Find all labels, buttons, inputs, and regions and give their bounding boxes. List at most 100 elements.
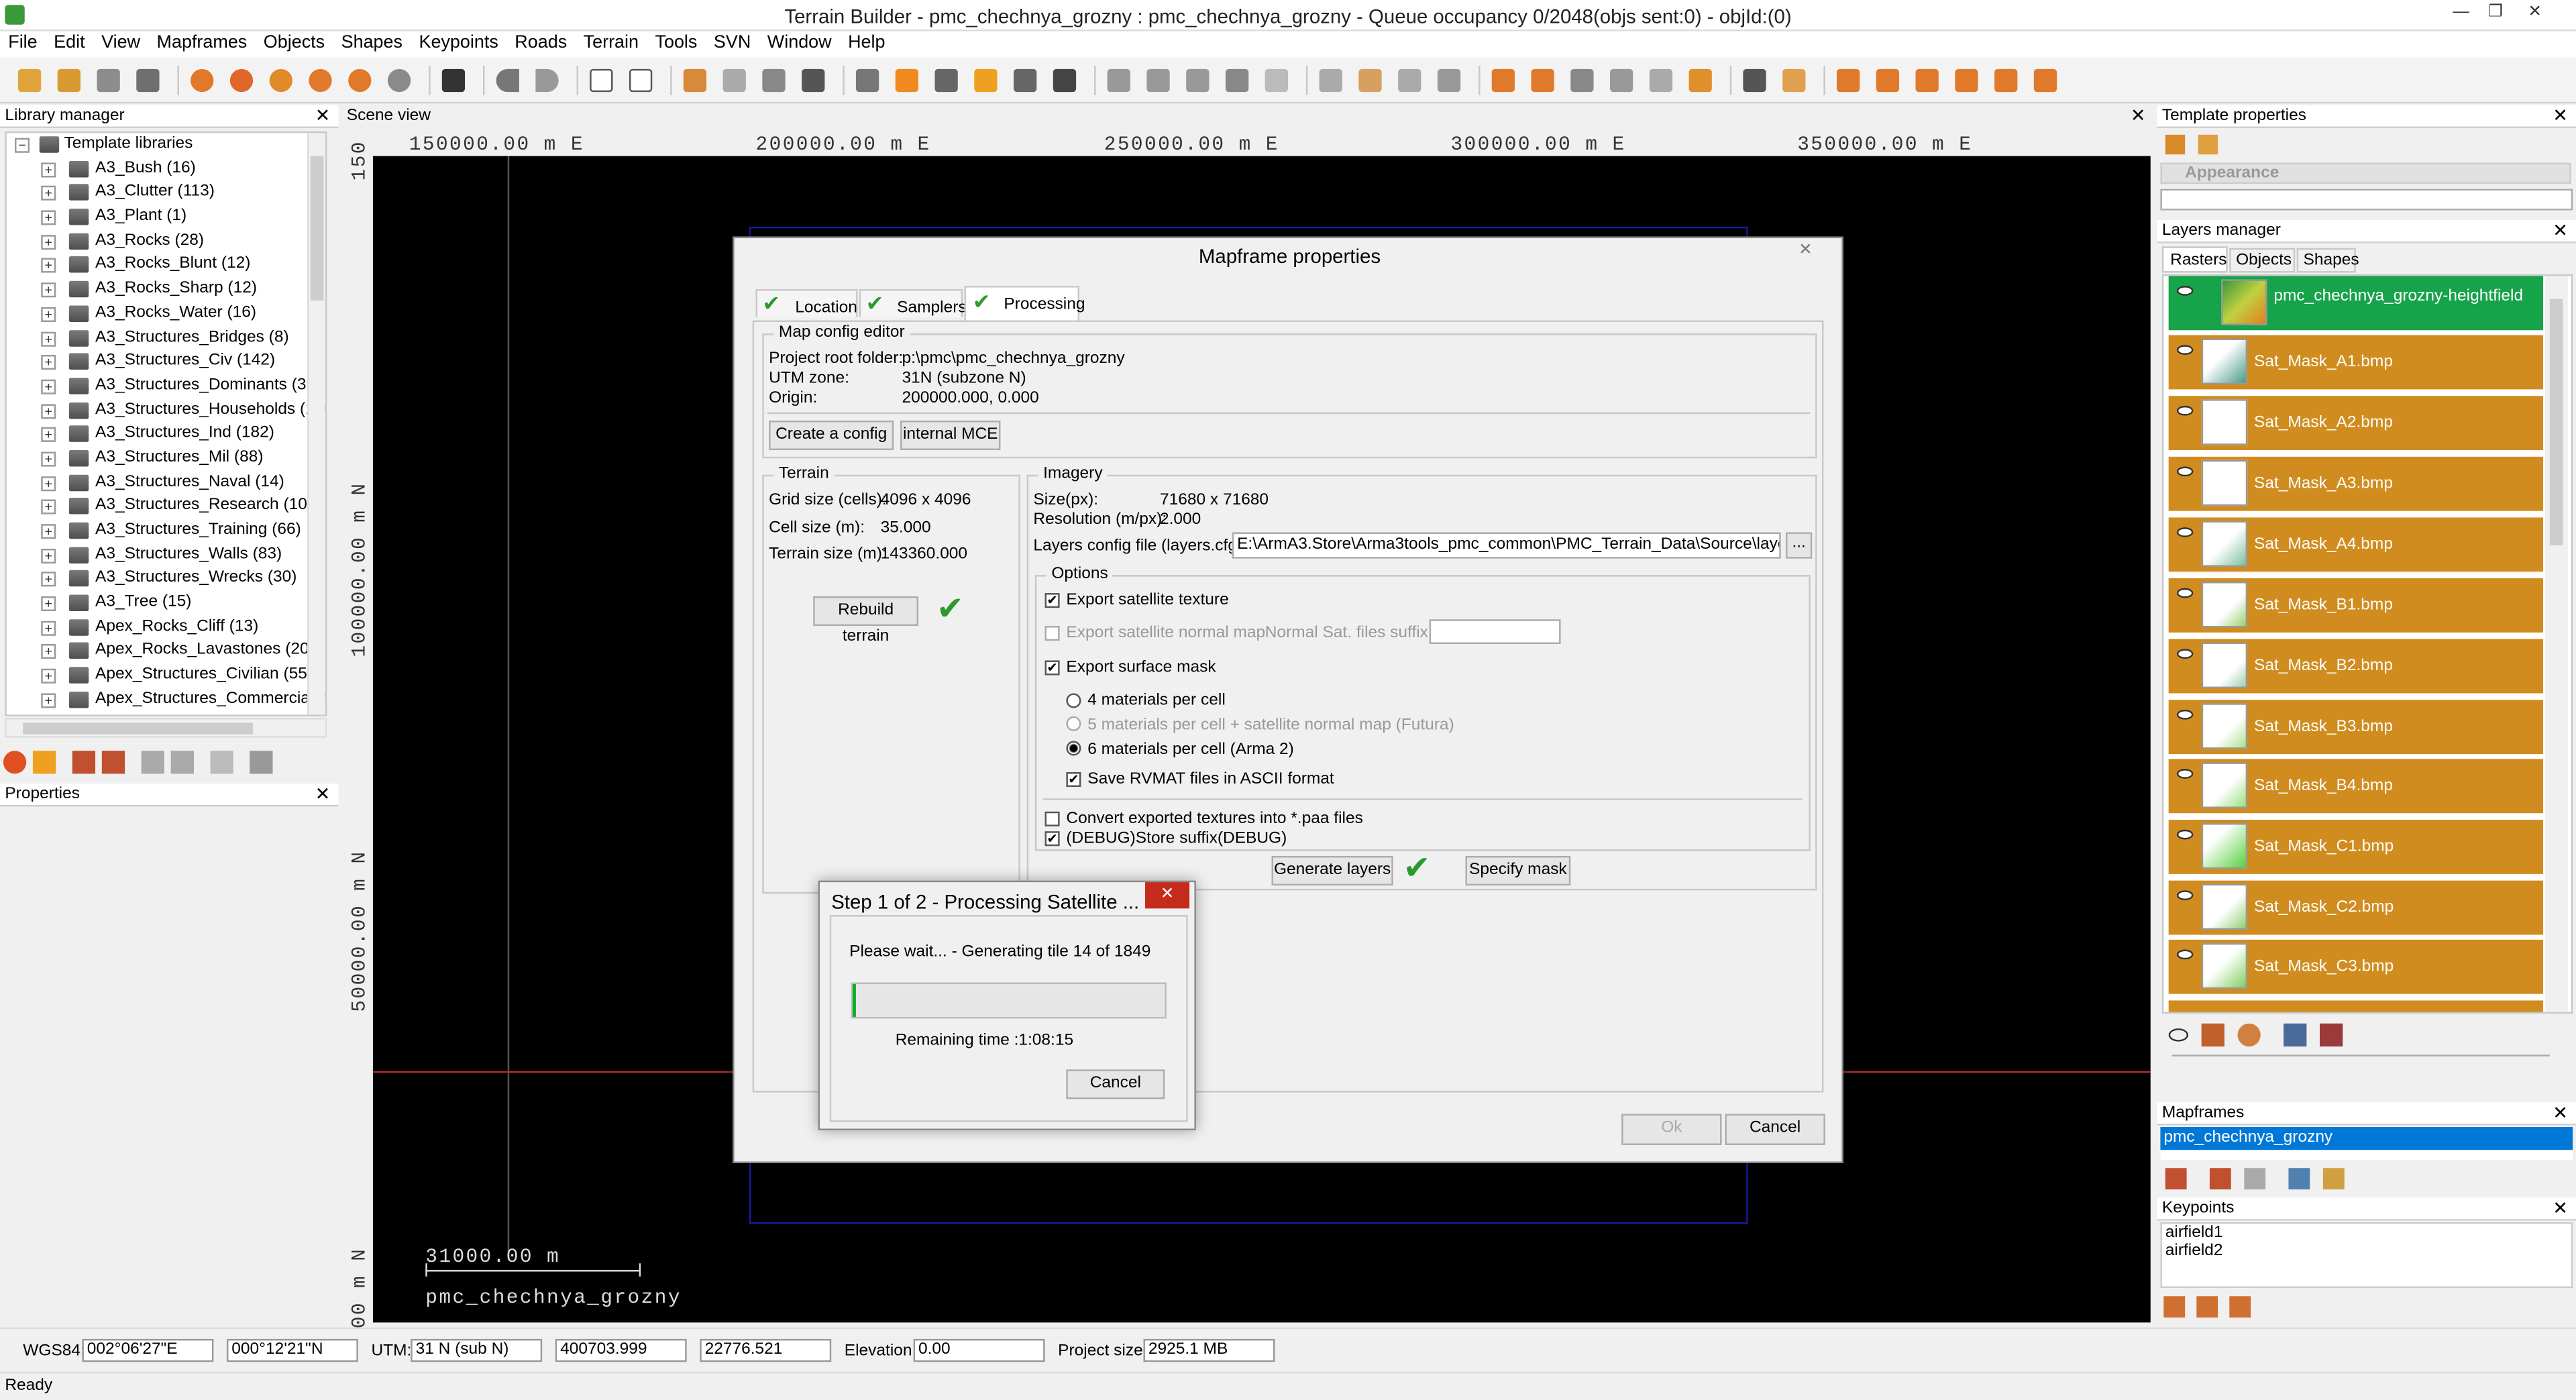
menu-edit[interactable]: Edit	[46, 32, 93, 52]
cube-orange-icon[interactable]	[890, 63, 923, 96]
layer-item[interactable]: Sat_Mask_C1.bmp	[2168, 820, 2544, 874]
globe-icon[interactable]	[383, 63, 416, 96]
close-icon[interactable]: ✕	[1789, 241, 1822, 264]
tree-item[interactable]: + A3_Structures_Research (10)	[7, 495, 325, 519]
tab-objects[interactable]: Objects	[2229, 248, 2296, 273]
lasso-icon[interactable]	[1354, 63, 1387, 96]
window-icon[interactable]	[1102, 63, 1135, 96]
layer-item[interactable]: Sat_Mask_B2.bmp	[2168, 639, 2544, 694]
tree-item[interactable]: + A3_Plant (1)	[7, 205, 325, 229]
keypoint-delete-icon[interactable]	[2229, 1296, 2251, 1318]
normal-suffix-input[interactable]	[1429, 619, 1561, 645]
tree-item[interactable]: + A3_Structures_Bridges (8)	[7, 326, 325, 350]
stairs-icon[interactable]	[1644, 63, 1677, 96]
eye-icon[interactable]	[2176, 890, 2194, 901]
window-3-icon[interactable]	[1181, 63, 1214, 96]
target-move-icon[interactable]	[264, 63, 297, 96]
tree-item[interactable]: + Apex_Rocks_Cliff (13)	[7, 616, 325, 640]
keypoint-item[interactable]: airfield2	[2165, 1242, 2571, 1260]
internal-mce-button[interactable]: internal MCE	[900, 420, 1001, 451]
menu-roads[interactable]: Roads	[506, 32, 575, 52]
frame-icon[interactable]	[1260, 63, 1293, 96]
export-surface-checkbox[interactable]: ✔	[1044, 660, 1060, 676]
layer-item[interactable]: Sat_Mask_C2.bmp	[2168, 880, 2544, 935]
appearance-row[interactable]: Appearance	[2160, 162, 2571, 184]
road-split-icon[interactable]	[1950, 63, 1983, 96]
cube-icon[interactable]	[851, 63, 884, 96]
tab-location[interactable]: ✔ Location	[755, 289, 858, 317]
tree-item[interactable]: + A3_Tree (15)	[7, 592, 325, 616]
grid-fine-icon[interactable]	[797, 63, 830, 96]
tree-item[interactable]: + A3_Structures_Households (140	[7, 398, 325, 423]
menu-view[interactable]: View	[93, 32, 148, 52]
layer-item[interactable]: Sat_Mask_C3.bmp	[2168, 939, 2544, 994]
restore-icon[interactable]: ❐	[2484, 3, 2507, 26]
grid-icon[interactable]	[757, 63, 790, 96]
clapper-icon[interactable]	[437, 63, 470, 96]
opacity-slider[interactable]	[2171, 1055, 2550, 1057]
eye-icon[interactable]	[2176, 949, 2194, 960]
layer-item[interactable]: Sat_Mask_A4.bmp	[2168, 517, 2544, 572]
debug-suffix-checkbox[interactable]: ✔	[1044, 831, 1060, 847]
close-icon[interactable]: ✕	[2553, 1197, 2568, 1220]
layer-item[interactable]: Sat_Mask_B3.bmp	[2168, 700, 2544, 755]
tree-item[interactable]: + A3_Structures_Training (66)	[7, 519, 325, 543]
mapframe-add-icon[interactable]	[2165, 1167, 2187, 1189]
ruler-icon[interactable]	[718, 63, 751, 96]
comment-icon[interactable]	[250, 751, 273, 774]
road-settings-icon[interactable]	[2029, 63, 2062, 96]
open-folder-icon[interactable]	[52, 63, 85, 96]
tree-item[interactable]: + A3_Clutter (113)	[7, 181, 325, 205]
eye-icon[interactable]	[2176, 709, 2194, 720]
export-normal-checkbox[interactable]	[1044, 626, 1060, 641]
scatter-icon[interactable]	[1605, 63, 1638, 96]
trash-icon[interactable]	[210, 751, 233, 774]
spark-icon[interactable]	[1684, 63, 1717, 96]
close-icon[interactable]: ✕	[2131, 105, 2146, 128]
eye-icon[interactable]	[2176, 286, 2194, 296]
layer-item[interactable]: Sat_Mask_A3.bmp	[2168, 456, 2544, 511]
keypoint-move-icon[interactable]	[2196, 1296, 2218, 1318]
menu-mapframes[interactable]: Mapframes	[148, 32, 255, 52]
mapframe-list-icon[interactable]	[2322, 1167, 2345, 1189]
move-icon[interactable]	[2237, 1023, 2261, 1047]
eye-icon[interactable]	[2176, 405, 2194, 416]
zoom-in-icon[interactable]	[304, 63, 337, 96]
tree-item[interactable]: + Apex_Rocks_Lavastones (20)	[7, 640, 325, 664]
save-icon[interactable]	[92, 63, 125, 96]
tree-item[interactable]: + A3_Bush (16)	[7, 157, 325, 181]
dots-grid-icon[interactable]	[1048, 63, 1081, 96]
menu-terrain[interactable]: Terrain	[575, 32, 647, 52]
tree-item[interactable]: + A3_Structures_Mil (88)	[7, 447, 325, 471]
generate-layers-button[interactable]: Generate layers	[1271, 855, 1393, 886]
lock-icon[interactable]	[2201, 1023, 2224, 1047]
window-2-icon[interactable]	[1142, 63, 1175, 96]
redo-icon[interactable]	[531, 63, 564, 96]
eye-icon[interactable]	[2176, 527, 2194, 537]
tree-item[interactable]: + A3_Structures_Walls (83)	[7, 543, 325, 568]
menu-svn[interactable]: SVN	[706, 32, 759, 52]
keypoint-add-icon[interactable]	[2163, 1296, 2186, 1318]
undo-icon[interactable]	[491, 63, 524, 96]
show-all-icon[interactable]	[2284, 1023, 2307, 1047]
layers-config-input[interactable]: E:\ArmA3.Store\Arma3tools_pmc_common\PMC…	[1232, 532, 1781, 559]
menu-file[interactable]: File	[0, 32, 46, 52]
eye-icon[interactable]	[2176, 466, 2194, 477]
close-icon[interactable]: ✕	[2553, 220, 2568, 243]
mapframe-delete-icon[interactable]	[2244, 1167, 2266, 1189]
layer-item[interactable]: Sat_Mask_A1.bmp	[2168, 335, 2544, 390]
ok-button[interactable]: Ok	[1621, 1114, 1722, 1145]
tab-shapes[interactable]: Shapes	[2296, 248, 2359, 273]
tree-item[interactable]: + A3_Rocks_Blunt (12)	[7, 254, 325, 278]
align-icon[interactable]	[930, 63, 963, 96]
tree-item[interactable]: + A3_Structures_Dominants (39)	[7, 374, 325, 398]
tree-item[interactable]: + A3_Structures_Civ (142)	[7, 350, 325, 374]
tree-item[interactable]: + Apex_Structures_Commercial (5	[7, 688, 325, 712]
eye-icon[interactable]	[2176, 769, 2194, 779]
library-import-icon[interactable]	[101, 751, 125, 774]
tree-item[interactable]: + A3_Rocks_Sharp (12)	[7, 278, 325, 302]
tab-rasters[interactable]: Rasters	[2161, 246, 2228, 273]
close-icon[interactable]: ✕	[2553, 1102, 2568, 1125]
close-icon[interactable]: ✕	[1144, 882, 1190, 909]
tab-samplers[interactable]: ✔ Samplers	[859, 289, 967, 317]
